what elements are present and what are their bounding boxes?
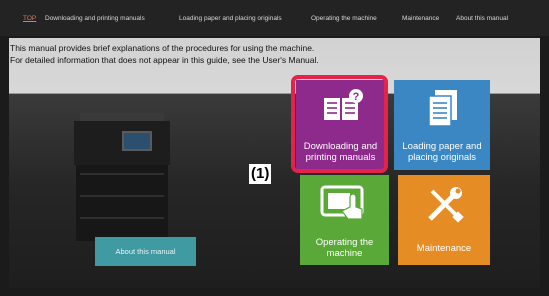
callout-label: (1) <box>249 164 272 184</box>
nav-top[interactable]: TOP <box>23 15 36 22</box>
maintenance-tile[interactable]: Maintenance <box>398 175 490 265</box>
intro-line-2: For detailed information that does not a… <box>10 55 319 65</box>
loading-paper-tile[interactable]: Loading paper and placing originals <box>394 80 490 170</box>
nav-about-manual[interactable]: About this manual <box>456 15 508 22</box>
operating-machine-tile[interactable]: Operating the machine <box>300 175 389 265</box>
nav-loading-paper[interactable]: Loading paper and placing originals <box>179 15 282 22</box>
document-icon <box>428 90 457 127</box>
touch-panel-icon <box>320 185 364 220</box>
maintenance-label: Maintenance <box>416 243 472 254</box>
nav-downloading-manuals[interactable]: Downloading and printing manuals <box>45 15 145 22</box>
printer-image <box>74 113 170 241</box>
loading-paper-label: Loading paper and placing originals <box>402 141 482 163</box>
about-this-manual-button[interactable]: About this manual <box>95 237 196 266</box>
nav-maintenance[interactable]: Maintenance <box>402 15 439 22</box>
operating-machine-label: Operating the machine <box>315 237 374 259</box>
nav-operating-machine[interactable]: Operating the machine <box>311 15 377 22</box>
highlight-frame <box>291 75 388 173</box>
wrench-screwdriver-icon <box>428 187 464 223</box>
top-navigation-bar: TOP Downloading and printing manuals Loa… <box>0 0 549 36</box>
intro-line-1: This manual provides brief explanations … <box>10 43 315 53</box>
